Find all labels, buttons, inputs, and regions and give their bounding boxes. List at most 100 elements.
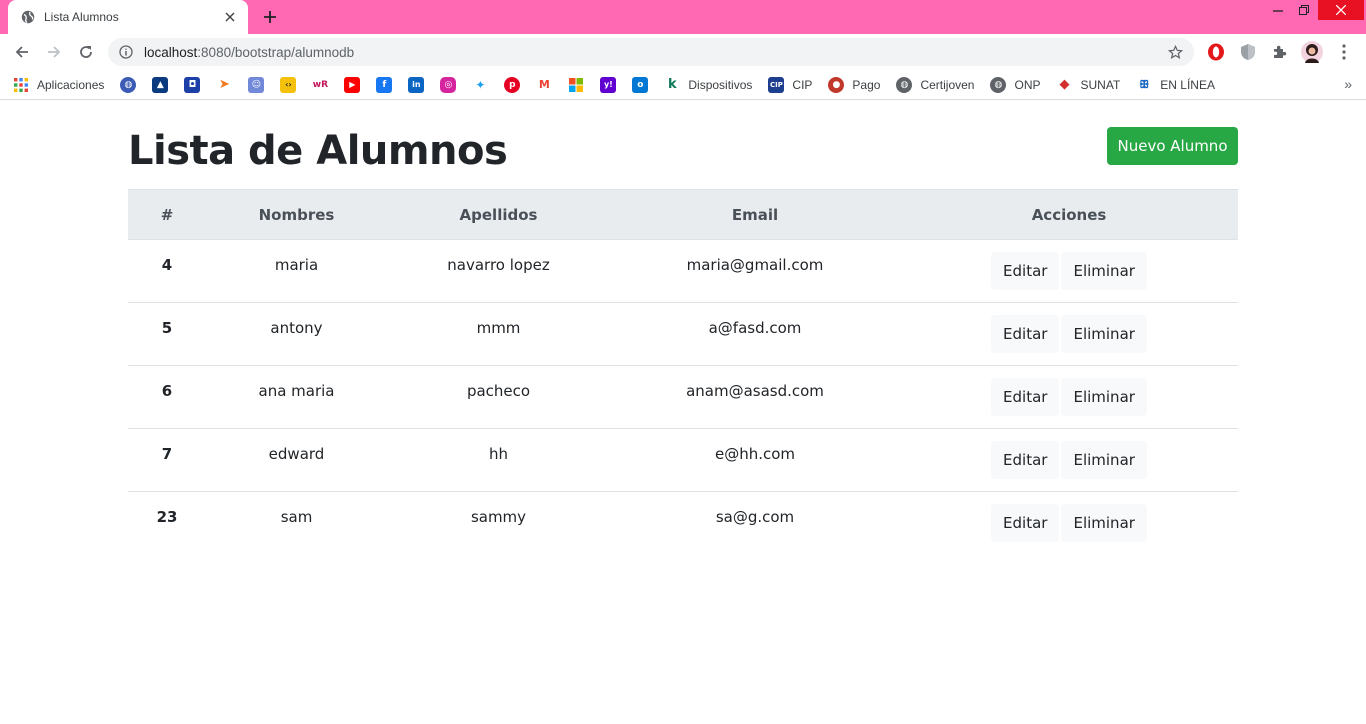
table-row: 6 ana maria pacheco anam@asasd.com Edita… bbox=[128, 365, 1238, 429]
tab-strip: Lista Alumnos bbox=[0, 0, 1366, 34]
delete-button[interactable]: Eliminar bbox=[1061, 315, 1147, 353]
bookmark-arrow[interactable]: ➤ bbox=[216, 73, 233, 97]
edit-button[interactable]: Editar bbox=[991, 252, 1060, 290]
bookmark-label: EN LÍNEA bbox=[1160, 77, 1215, 92]
cell-id: 5 bbox=[128, 302, 206, 366]
microsoft-icon bbox=[568, 76, 585, 93]
cell-apellidos: navarro lopez bbox=[387, 239, 610, 303]
forward-icon[interactable] bbox=[40, 38, 68, 66]
k-logo-icon: k bbox=[664, 76, 681, 93]
extensions-puzzle-icon[interactable] bbox=[1270, 42, 1290, 62]
bookmark-label: SUNAT bbox=[1080, 77, 1121, 92]
browser-toolbar: localhost:8080/bootstrap/alumnodb bbox=[0, 34, 1366, 70]
cell-actions: Editar Eliminar bbox=[900, 428, 1238, 492]
table-row: 23 sam sammy sa@g.com Editar Eliminar bbox=[128, 492, 1238, 555]
restore-icon[interactable] bbox=[1290, 0, 1318, 20]
edit-button[interactable]: Editar bbox=[991, 441, 1060, 479]
cell-email: maria@gmail.com bbox=[610, 239, 900, 303]
wr-icon: wR bbox=[312, 76, 329, 93]
shield-icon[interactable] bbox=[1238, 42, 1258, 62]
bookmark-atlassian[interactable]: ▲ bbox=[152, 73, 169, 97]
bookmark-sunat[interactable]: ◆ SUNAT bbox=[1056, 73, 1121, 97]
cell-nombres: sam bbox=[280, 508, 313, 526]
cell-id: 6 bbox=[128, 365, 206, 429]
bookmark-microsoft[interactable] bbox=[568, 73, 585, 97]
delete-button[interactable]: Eliminar bbox=[1061, 504, 1147, 542]
url-path: :8080/bootstrap/alumnodb bbox=[197, 44, 355, 60]
url-text[interactable]: localhost:8080/bootstrap/alumnodb bbox=[144, 45, 1166, 60]
column-header: Apellidos bbox=[387, 189, 610, 240]
bookmark-linkedin[interactable]: in bbox=[408, 73, 425, 97]
delete-button[interactable]: Eliminar bbox=[1061, 441, 1147, 479]
cell-id: 23 bbox=[156, 508, 178, 526]
column-header: # bbox=[128, 189, 206, 240]
bookmark-gmail[interactable]: M bbox=[536, 73, 553, 97]
window-close-icon[interactable] bbox=[1318, 0, 1364, 20]
tab-title: Lista Alumnos bbox=[44, 10, 119, 24]
bookmark-globe[interactable]: ◍ bbox=[120, 73, 137, 97]
bookmark-box[interactable]: ◘ bbox=[184, 73, 201, 97]
bookmark-dispositivos[interactable]: k Dispositivos bbox=[664, 73, 752, 97]
delete-button[interactable]: Eliminar bbox=[1061, 252, 1147, 290]
pinterest-icon: p bbox=[504, 76, 521, 93]
bookmark-onp[interactable]: ◍ ONP bbox=[990, 73, 1041, 97]
bookmark-wr[interactable]: wR bbox=[312, 73, 329, 97]
outlook-icon: o bbox=[632, 76, 649, 93]
opera-vpn-icon[interactable] bbox=[1206, 42, 1226, 62]
bookmark-yahoo[interactable]: y! bbox=[600, 73, 617, 97]
cell-nombres: antony bbox=[206, 302, 387, 366]
cell-apellidos: sammy bbox=[470, 508, 527, 526]
bookmark-en-linea[interactable]: ꕥ EN LÍNEA bbox=[1136, 73, 1215, 97]
bookmark-discord[interactable]: ☺ bbox=[248, 73, 265, 97]
students-table: # Nombres Apellidos Email Acciones 4 mar… bbox=[128, 189, 1238, 555]
minimize-icon[interactable] bbox=[1264, 0, 1292, 20]
bookmark-instagram[interactable]: ◎ bbox=[440, 73, 457, 97]
cell-actions: Editar Eliminar bbox=[900, 365, 1238, 429]
cell-id: 4 bbox=[128, 239, 206, 303]
bookmark-star-icon[interactable] bbox=[1166, 43, 1184, 61]
yahoo-icon: y! bbox=[600, 76, 617, 93]
tab-close-icon[interactable] bbox=[222, 9, 238, 25]
edit-button[interactable]: Editar bbox=[991, 315, 1060, 353]
bookmark-facebook[interactable]: f bbox=[376, 73, 393, 97]
bookmark-certijoven[interactable]: ◍ Certijoven bbox=[896, 73, 974, 97]
bookmarks-bar: Aplicaciones ◍ ▲ ◘ ➤ ☺ ‹› wR ▶ f in ◎ ✦ … bbox=[0, 70, 1366, 100]
bookmark-apps[interactable]: Aplicaciones bbox=[13, 73, 104, 97]
linkedin-icon: in bbox=[408, 76, 425, 93]
bookmark-twitter[interactable]: ✦ bbox=[472, 73, 489, 97]
globe-icon: ◍ bbox=[990, 76, 1007, 93]
table-row: 5 antony mmm a@fasd.com Editar Eliminar bbox=[128, 302, 1238, 366]
back-icon[interactable] bbox=[8, 38, 36, 66]
bookmark-outlook[interactable]: o bbox=[632, 73, 649, 97]
table-row: 7 edward hh e@hh.com Editar Eliminar bbox=[128, 428, 1238, 492]
bookmark-cip[interactable]: CIP CIP bbox=[768, 73, 812, 97]
info-icon[interactable] bbox=[118, 44, 134, 60]
cell-actions: Editar Eliminar bbox=[900, 492, 1238, 555]
new-tab-icon[interactable] bbox=[259, 6, 281, 28]
bookmark-label: ONP bbox=[1014, 77, 1041, 92]
table-header-row: # Nombres Apellidos Email Acciones bbox=[128, 189, 1238, 240]
edit-button[interactable]: Editar bbox=[991, 504, 1060, 542]
bookmarks-overflow-icon[interactable]: » bbox=[1344, 76, 1352, 92]
profile-avatar[interactable] bbox=[1300, 40, 1324, 64]
delete-button[interactable]: Eliminar bbox=[1061, 378, 1147, 416]
arrow-icon: ➤ bbox=[216, 76, 233, 93]
address-bar[interactable]: localhost:8080/bootstrap/alumnodb bbox=[108, 38, 1194, 66]
cip-icon: CIP bbox=[768, 76, 785, 93]
people-icon: ꕥ bbox=[1136, 76, 1153, 93]
edit-button[interactable]: Editar bbox=[991, 378, 1060, 416]
bookmark-label: Aplicaciones bbox=[37, 77, 105, 92]
discord-icon: ☺ bbox=[248, 76, 265, 93]
bookmark-pinterest[interactable]: p bbox=[504, 73, 521, 97]
bookmark-pago[interactable]: ● Pago bbox=[828, 73, 880, 97]
bookmark-code[interactable]: ‹› bbox=[280, 73, 297, 97]
facebook-icon: f bbox=[376, 76, 393, 93]
new-student-button[interactable]: Nuevo Alumno bbox=[1107, 127, 1238, 165]
globe-icon bbox=[20, 9, 36, 25]
bookmark-youtube[interactable]: ▶ bbox=[344, 73, 361, 97]
browser-tab[interactable]: Lista Alumnos bbox=[8, 0, 248, 34]
cell-email: sa@g.com bbox=[715, 508, 795, 526]
menu-kebab-icon[interactable] bbox=[1334, 42, 1354, 62]
reload-icon[interactable] bbox=[72, 38, 100, 66]
instagram-icon: ◎ bbox=[440, 76, 457, 93]
